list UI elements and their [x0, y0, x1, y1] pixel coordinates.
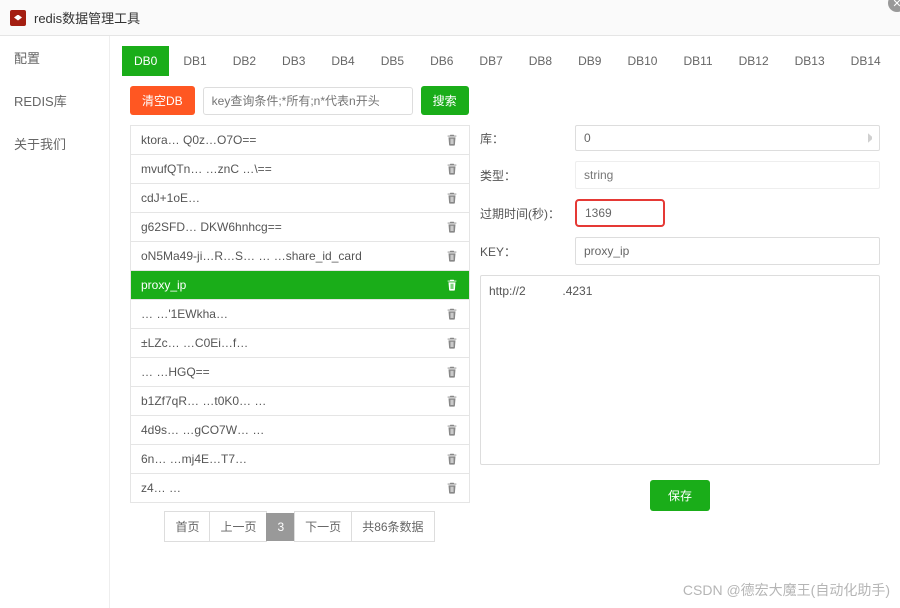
- trash-icon[interactable]: [445, 133, 459, 147]
- sidebar-item-about[interactable]: 关于我们: [0, 122, 109, 165]
- tab-db11[interactable]: DB11: [671, 46, 724, 76]
- key-label: proxy_ip: [141, 278, 186, 292]
- key-label: b1Zf7qR… …t0K0… …: [141, 394, 266, 408]
- key-label: KEY：: [480, 243, 575, 260]
- key-row[interactable]: mvufQTn… …znC …\==: [131, 155, 469, 184]
- trash-icon[interactable]: [445, 365, 459, 379]
- type-value: string: [575, 161, 880, 189]
- key-label: ktora… Q0z…O7O==: [141, 133, 256, 147]
- tab-db12[interactable]: DB12: [727, 46, 781, 76]
- tab-db15[interactable]: DB15: [895, 46, 900, 76]
- tab-db1[interactable]: DB1: [171, 46, 218, 76]
- tab-db4[interactable]: DB4: [319, 46, 366, 76]
- key-label: 4d9s… …gCO7W… …: [141, 423, 264, 437]
- key-label: g62SFD… DKW6hnhcg==: [141, 220, 282, 234]
- key-label: cdJ+1oE…: [141, 191, 200, 205]
- tab-db5[interactable]: DB5: [369, 46, 416, 76]
- trash-icon[interactable]: [445, 278, 459, 292]
- pager-first[interactable]: 首页: [164, 511, 210, 542]
- tab-db2[interactable]: DB2: [221, 46, 268, 76]
- key-row[interactable]: 4d9s… …gCO7W… …: [131, 416, 469, 445]
- tab-db3[interactable]: DB3: [270, 46, 317, 76]
- trash-icon[interactable]: [445, 423, 459, 437]
- sidebar: 配置 REDIS库 关于我们: [0, 36, 110, 608]
- tab-db6[interactable]: DB6: [418, 46, 465, 76]
- value-textarea[interactable]: [480, 275, 880, 465]
- db-tabs: DB0DB1DB2DB3DB4DB5DB6DB7DB8DB9DB10DB11DB…: [110, 36, 900, 76]
- key-row[interactable]: … …'1EWkha…: [131, 300, 469, 329]
- key-row[interactable]: cdJ+1oE…: [131, 184, 469, 213]
- trash-icon[interactable]: [445, 481, 459, 495]
- key-label: 6n… …mj4E…T7…: [141, 452, 247, 466]
- content: DB0DB1DB2DB3DB4DB5DB6DB7DB8DB9DB10DB11DB…: [110, 36, 900, 608]
- pager-prev[interactable]: 上一页: [209, 511, 267, 542]
- ttl-value[interactable]: 1369: [575, 199, 665, 227]
- key-row[interactable]: ±LZc… …C0Ei…f…: [131, 329, 469, 358]
- key-row[interactable]: ktora… Q0z…O7O==: [131, 126, 469, 155]
- detail-panel: 库： 0 类型： string 过期时间(秒)： 1369 KEY：: [480, 125, 880, 542]
- key-label: mvufQTn… …znC …\==: [141, 162, 272, 176]
- pager-current: 3: [266, 513, 295, 541]
- app-title: redis数据管理工具: [34, 8, 140, 27]
- key-row[interactable]: g62SFD… DKW6hnhcg==: [131, 213, 469, 242]
- ttl-label: 过期时间(秒)：: [480, 205, 575, 222]
- redis-logo-icon: [10, 10, 26, 26]
- clear-db-button[interactable]: 清空DB: [130, 86, 195, 115]
- sidebar-item-redis[interactable]: REDIS库: [0, 79, 109, 122]
- trash-icon[interactable]: [445, 162, 459, 176]
- trash-icon[interactable]: [445, 452, 459, 466]
- type-label: 类型：: [480, 167, 575, 184]
- search-input[interactable]: [203, 87, 413, 115]
- tab-db8[interactable]: DB8: [517, 46, 564, 76]
- key-row[interactable]: 6n… …mj4E…T7…: [131, 445, 469, 474]
- tab-db10[interactable]: DB10: [615, 46, 669, 76]
- main: 配置 REDIS库 关于我们 DB0DB1DB2DB3DB4DB5DB6DB7D…: [0, 36, 900, 608]
- trash-icon[interactable]: [445, 249, 459, 263]
- db-select[interactable]: 0: [575, 125, 880, 151]
- search-button[interactable]: 搜索: [421, 86, 469, 115]
- trash-icon[interactable]: [445, 394, 459, 408]
- save-button[interactable]: 保存: [650, 480, 710, 511]
- tab-db9[interactable]: DB9: [566, 46, 613, 76]
- key-label: oN5Ma49-ji…R…S… … …share_id_card: [141, 249, 362, 263]
- sidebar-item-config[interactable]: 配置: [0, 36, 109, 79]
- key-label: z4… …: [141, 481, 181, 495]
- key-label: ±LZc… …C0Ei…f…: [141, 336, 248, 350]
- toolbar: 清空DB 搜索: [110, 76, 900, 125]
- key-label: … …'1EWkha…: [141, 307, 228, 321]
- key-list: ktora… Q0z…O7O== mvufQTn… …znC …\== cdJ+1o…: [130, 125, 470, 503]
- key-label: … …HGQ==: [141, 365, 210, 379]
- key-row[interactable]: … …HGQ==: [131, 358, 469, 387]
- titlebar: redis数据管理工具: [0, 0, 900, 36]
- tab-db0[interactable]: DB0: [122, 46, 169, 76]
- key-row[interactable]: z4… …: [131, 474, 469, 503]
- pager-total: 共86条数据: [351, 511, 434, 542]
- workarea: ktora… Q0z…O7O== mvufQTn… …znC …\== cdJ+1o…: [110, 125, 900, 552]
- keylist-panel: ktora… Q0z…O7O== mvufQTn… …znC …\== cdJ+1o…: [130, 125, 470, 542]
- db-label: 库：: [480, 130, 575, 147]
- trash-icon[interactable]: [445, 220, 459, 234]
- pager-next[interactable]: 下一页: [294, 511, 352, 542]
- trash-icon[interactable]: [445, 307, 459, 321]
- key-row[interactable]: oN5Ma49-ji…R…S… … …share_id_card: [131, 242, 469, 271]
- key-input[interactable]: [575, 237, 880, 265]
- trash-icon[interactable]: [445, 336, 459, 350]
- tab-db13[interactable]: DB13: [783, 46, 837, 76]
- key-row[interactable]: b1Zf7qR… …t0K0… …: [131, 387, 469, 416]
- tab-db7[interactable]: DB7: [467, 46, 514, 76]
- trash-icon[interactable]: [445, 191, 459, 205]
- tab-db14[interactable]: DB14: [839, 46, 893, 76]
- key-row[interactable]: proxy_ip: [131, 271, 469, 300]
- pager: 首页 上一页 3 下一页 共86条数据: [130, 511, 470, 542]
